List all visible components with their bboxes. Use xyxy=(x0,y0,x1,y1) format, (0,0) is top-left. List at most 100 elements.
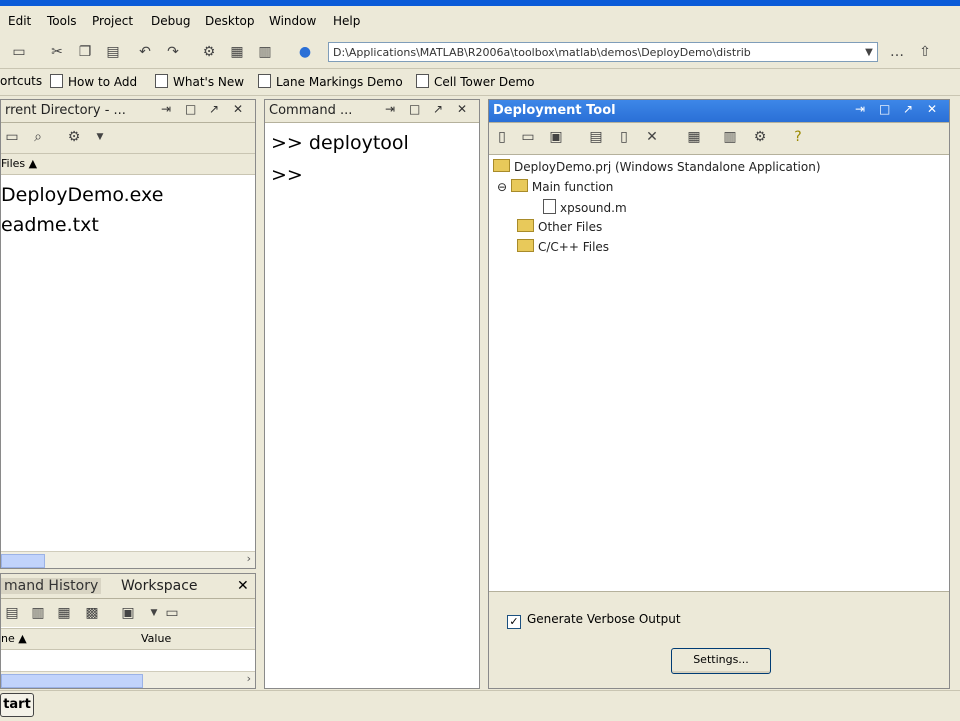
column-value[interactable]: Value xyxy=(141,629,171,649)
tree-main-file[interactable]: xpsound.m xyxy=(543,199,627,215)
maximize-icon[interactable]: □ xyxy=(185,102,196,116)
start-button[interactable]: tart xyxy=(0,693,34,717)
menu-help[interactable]: Help xyxy=(333,14,360,28)
undock-icon[interactable]: ⇥ xyxy=(161,102,171,116)
tab-workspace[interactable]: Workspace xyxy=(121,578,198,594)
help-icon[interactable]: ? xyxy=(787,127,809,147)
deployment-tool-panel: Deployment Tool ⇥ □ ↗ ✕ ▯ ▭ ▣ ▤ ▯ ✕ ▦ ▥ … xyxy=(488,99,950,689)
workspace-toolbar: ▤ ▥ ▦ ▩ ▣ ▼ ▭ xyxy=(1,599,255,627)
open-folder-icon[interactable]: ▭ xyxy=(8,42,30,62)
menu-bar: Edit Tools Project Debug Desktop Window … xyxy=(0,0,960,38)
save-icon[interactable]: ▩ xyxy=(81,603,103,623)
plot-select-icon[interactable]: ▭ xyxy=(161,603,183,623)
actions-icon[interactable]: ⚙ xyxy=(63,127,85,147)
shortcut-icon xyxy=(416,74,429,88)
menu-edit[interactable]: Edit xyxy=(8,14,31,28)
verbose-output-checkbox[interactable]: ✓ Generate Verbose Output xyxy=(507,612,681,629)
new-file-icon[interactable]: ▯ xyxy=(613,127,635,147)
chevron-right-icon[interactable]: › xyxy=(247,672,251,685)
panel-tabs: mand History Workspace ✕ xyxy=(1,574,255,599)
workspace-columns: ne ▲ Value xyxy=(1,628,255,650)
open-icon[interactable]: ▥ xyxy=(27,603,49,623)
remove-icon[interactable]: ✕ xyxy=(641,127,663,147)
deployment-toolbar: ▯ ▭ ▣ ▤ ▯ ✕ ▦ ▥ ⚙ ? xyxy=(489,123,949,153)
browse-button[interactable]: … xyxy=(886,42,908,62)
chevron-down-icon[interactable]: ▼ xyxy=(858,42,880,62)
file-row-exe[interactable]: DeployDemo.exe xyxy=(1,184,163,206)
status-bar: tart xyxy=(0,690,960,721)
files-column-header[interactable]: Files ▲ xyxy=(1,154,255,175)
new-variable-icon[interactable]: ▤ xyxy=(1,603,23,623)
simulink-icon[interactable]: ⚙ xyxy=(198,42,220,62)
main-toolbar: ▭ ✂ ❐ ▤ ↶ ↷ ⚙ ▦ ▥ ● D:\Applications\MATL… xyxy=(0,38,960,69)
cut-icon[interactable]: ✂ xyxy=(46,42,68,62)
package-icon[interactable]: ▥ xyxy=(719,127,741,147)
current-directory-input[interactable]: D:\Applications\MATLAB\R2006a\toolbox\ma… xyxy=(328,42,878,62)
guide-icon[interactable]: ▦ xyxy=(226,42,248,62)
horizontal-scrollbar[interactable]: › xyxy=(1,671,255,688)
save-icon[interactable]: ▣ xyxy=(545,127,567,147)
tree-other-files[interactable]: Other Files xyxy=(517,219,602,234)
help-icon[interactable]: ● xyxy=(294,42,316,62)
menu-tools[interactable]: Tools xyxy=(47,14,77,28)
tree-main-function[interactable]: ⊖ Main function xyxy=(497,179,613,194)
settings-button[interactable]: Settings... xyxy=(671,648,771,674)
collapse-icon[interactable]: ⊖ xyxy=(497,180,511,194)
undock-icon[interactable]: ⇥ xyxy=(855,102,865,116)
scrollbar-thumb[interactable] xyxy=(1,554,45,568)
build-icon[interactable]: ▦ xyxy=(683,127,705,147)
undock-icon[interactable]: ⇥ xyxy=(385,102,395,116)
folder-icon xyxy=(517,219,534,232)
file-row-readme[interactable]: eadme.txt xyxy=(1,214,99,236)
history-workspace-panel: mand History Workspace ✕ ▤ ▥ ▦ ▩ ▣ ▼ ▭ n… xyxy=(0,573,256,689)
menu-window[interactable]: Window xyxy=(269,14,316,28)
import-icon[interactable]: ▦ xyxy=(53,603,75,623)
current-directory-panel: rrent Directory - ... ⇥ □ ↗ ✕ ▭ ⌕ ⚙ ▼ Fi… xyxy=(0,99,256,569)
settings-icon[interactable]: ⚙ xyxy=(749,127,771,147)
close-icon[interactable]: ✕ xyxy=(237,578,249,594)
folder-icon xyxy=(510,179,528,192)
scrollbar-thumb[interactable] xyxy=(1,674,143,688)
column-name[interactable]: ne ▲ xyxy=(1,629,27,649)
redo-icon[interactable]: ↷ xyxy=(162,42,184,62)
chevron-right-icon[interactable]: › xyxy=(247,552,251,565)
menu-project[interactable]: Project xyxy=(92,14,133,28)
tree-cpp-files[interactable]: C/C++ Files xyxy=(517,239,609,254)
shortcut-icon xyxy=(155,74,168,88)
add-file-icon[interactable]: ▤ xyxy=(585,127,607,147)
tab-command-history[interactable]: mand History xyxy=(1,578,102,594)
shortcut-whats-new[interactable]: What's New xyxy=(155,74,244,89)
project-icon xyxy=(493,159,510,172)
delete-icon[interactable]: ▣ xyxy=(117,603,139,623)
shortcut-how-to-add[interactable]: How to Add xyxy=(50,74,137,89)
undo-icon[interactable]: ↶ xyxy=(134,42,156,62)
find-files-icon[interactable]: ⌕ xyxy=(27,127,49,147)
open-project-icon[interactable]: ▭ xyxy=(517,127,539,147)
profiler-icon[interactable]: ▥ xyxy=(254,42,276,62)
shortcut-cell-tower[interactable]: Cell Tower Demo xyxy=(416,74,534,89)
menu-desktop[interactable]: Desktop xyxy=(205,14,255,28)
tree-project-root[interactable]: DeployDemo.prj (Windows Standalone Appli… xyxy=(493,159,821,174)
command-window-title: Command ... xyxy=(265,100,479,123)
maximize-icon[interactable]: □ xyxy=(409,102,420,116)
folder-icon[interactable]: ▭ xyxy=(1,127,23,147)
pin-icon[interactable]: ↗ xyxy=(903,102,913,116)
folder-icon xyxy=(517,239,534,252)
sort-arrow-icon: ▲ xyxy=(14,632,27,645)
maximize-icon[interactable]: □ xyxy=(879,102,890,116)
copy-icon[interactable]: ❐ xyxy=(74,42,96,62)
close-icon[interactable]: ✕ xyxy=(457,102,467,116)
command-prompt[interactable]: >> xyxy=(271,164,303,186)
chevron-down-icon[interactable]: ▼ xyxy=(89,127,111,147)
shortcut-lane-markings[interactable]: Lane Markings Demo xyxy=(258,74,403,89)
close-icon[interactable]: ✕ xyxy=(927,102,937,116)
menu-debug[interactable]: Debug xyxy=(151,14,190,28)
close-icon[interactable]: ✕ xyxy=(233,102,243,116)
shortcut-icon xyxy=(50,74,63,88)
paste-icon[interactable]: ▤ xyxy=(102,42,124,62)
up-folder-icon[interactable]: ⇧ xyxy=(914,42,936,62)
new-project-icon[interactable]: ▯ xyxy=(491,127,513,147)
pin-icon[interactable]: ↗ xyxy=(209,102,219,116)
horizontal-scrollbar[interactable]: › xyxy=(1,551,255,568)
pin-icon[interactable]: ↗ xyxy=(433,102,443,116)
